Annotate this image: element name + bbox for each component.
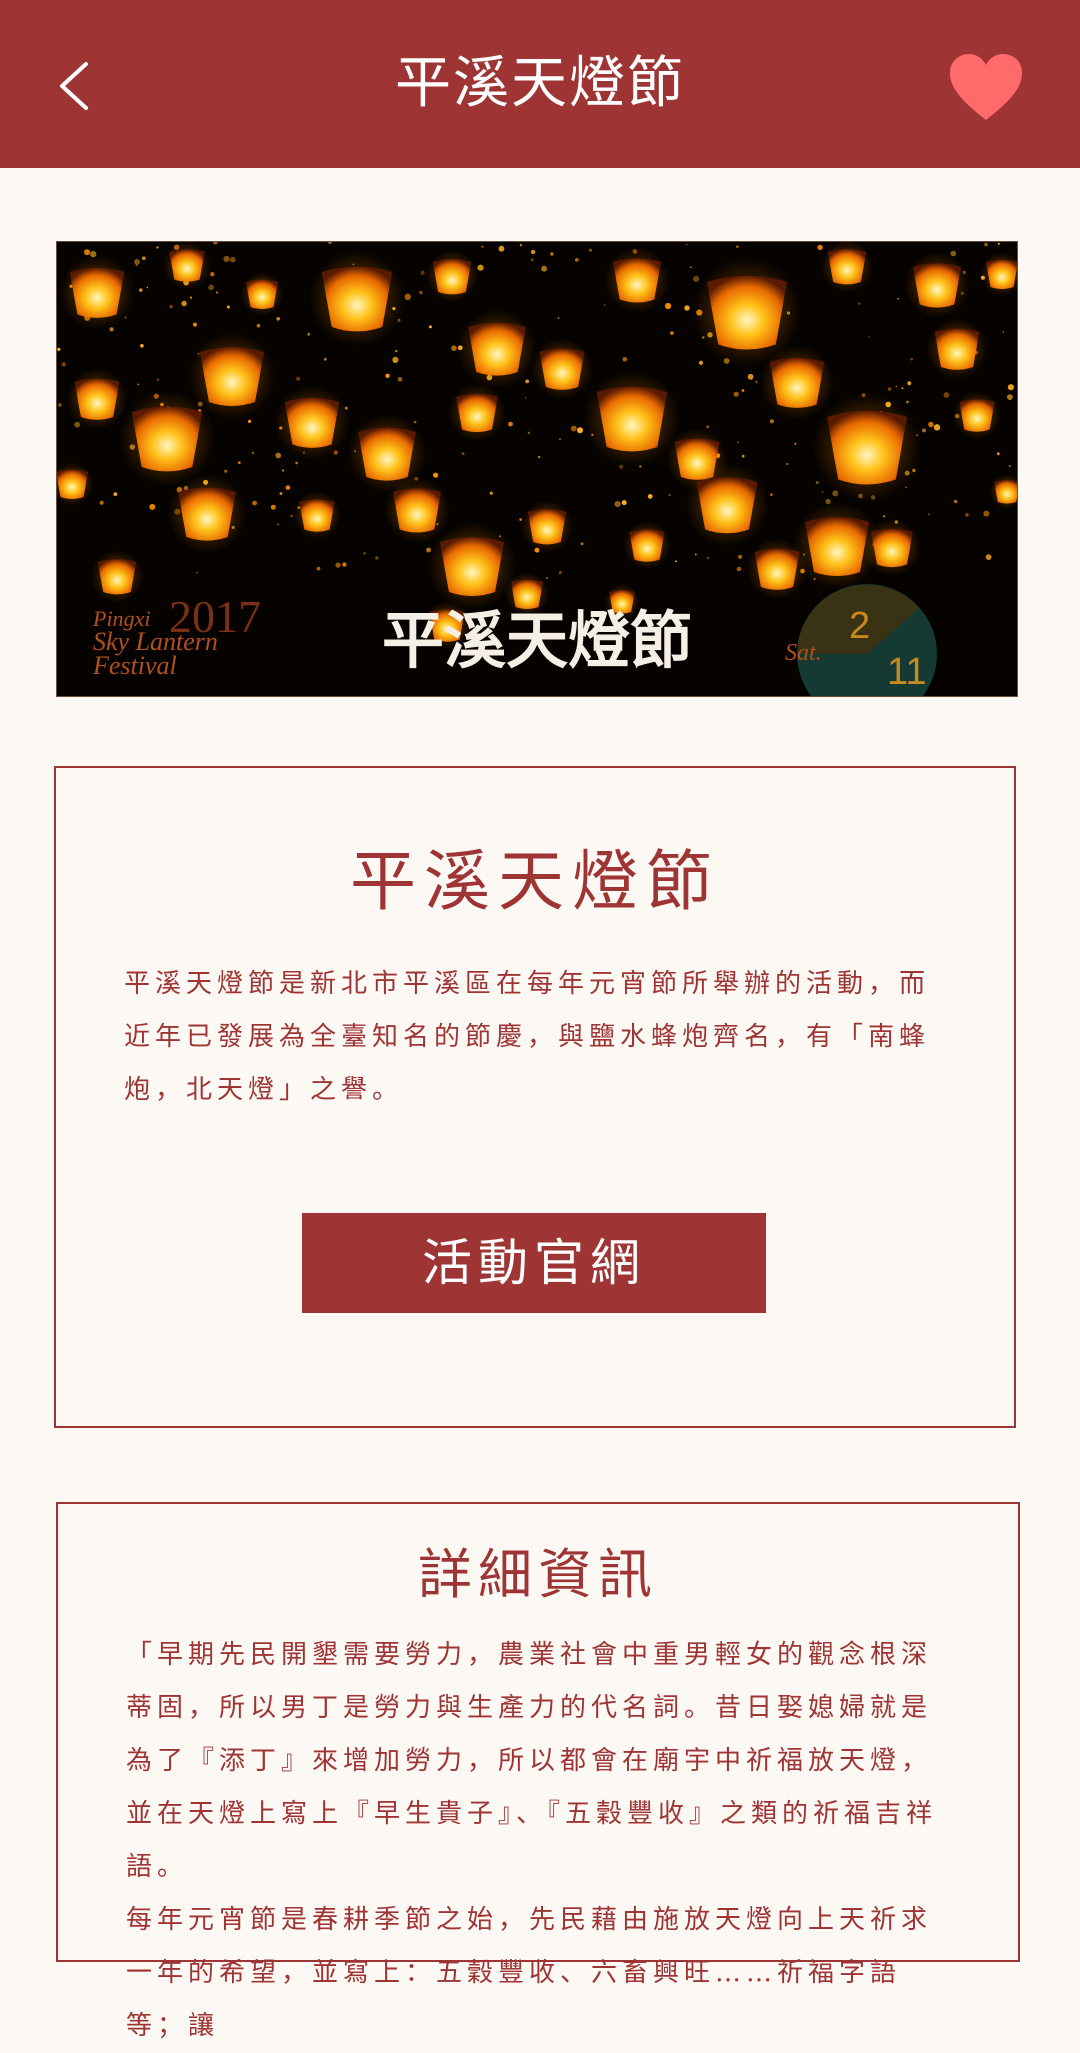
favorite-button[interactable] [948,52,1024,124]
details-body: 「早期先民開墾需要勞力，農業社會中重男輕女的觀念根深蒂固，所以男丁是勞力與生產力… [58,1629,1018,2053]
intro-body: 平溪天燈節是新北市平溪區在每年元宵節所舉辦的活動，而近年已發展為全臺知名的節慶，… [124,969,931,1105]
svg-text:2: 2 [849,605,870,647]
banner-calligraphy-title: 平溪天燈節 [382,604,692,677]
details-paragraph: 每年元宵節是春耕季節之始，先民藉由施放天燈向上天祈求一年的希望，並寫上：五穀豐收… [126,1905,933,2041]
svg-text:2017: 2017 [169,591,261,642]
intro-card: 平溪天燈節 平溪天燈節是新北市平溪區在每年元宵節所舉辦的活動，而近年已發展為全臺… [54,766,1016,1428]
intro-title: 平溪天燈節 [350,843,720,920]
details-card: 詳細資訊 「早期先民開墾需要勞力，農業社會中重男輕女的觀念根深蒂固，所以男丁是勞… [56,1502,1020,2041]
svg-text:11: 11 [887,651,926,693]
svg-text:Sat.: Sat. [785,640,822,666]
festival-banner-image: Pingxi Sky Lantern Festival 2017 平溪天燈節 S… [56,241,1018,697]
details-paragraph: 「早期先民開墾需要勞力，農業社會中重男輕女的觀念根深蒂固，所以男丁是勞力與生產力… [126,1640,938,1882]
details-title: 詳細資訊 [418,1543,658,1606]
svg-text:Festival: Festival [92,651,177,680]
heart-icon [950,54,1022,120]
official-site-button[interactable]: 活動官網 [302,1213,766,1313]
top-app-bar: 平溪天燈節 [0,0,1080,168]
app-title: 平溪天燈節 [395,51,685,116]
